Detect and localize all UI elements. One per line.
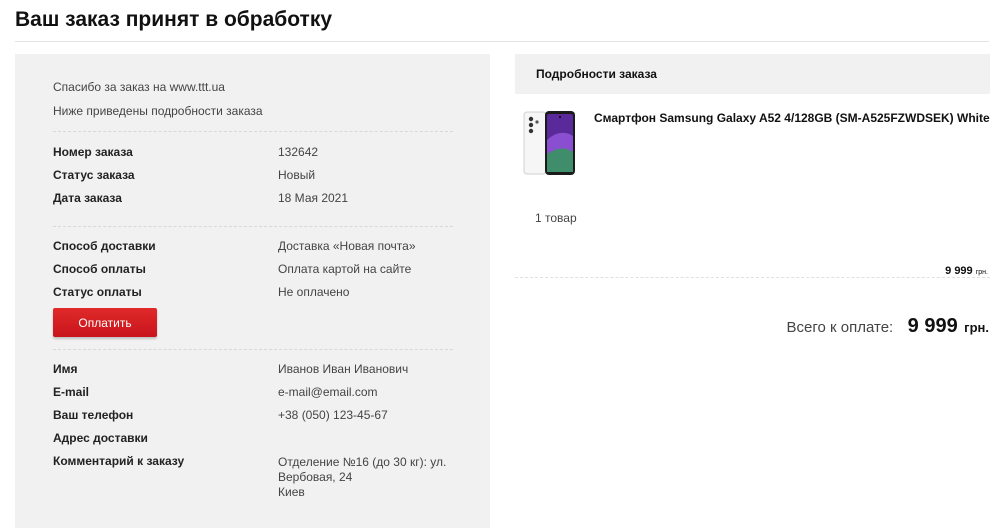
- order-number-value: 132642: [278, 145, 319, 159]
- order-details-header: Подробности заказа: [515, 54, 990, 94]
- customer-email-label: E-mail: [53, 385, 90, 399]
- divider: [53, 349, 453, 350]
- item-price-value: 9 999: [945, 265, 973, 277]
- total-to-pay: Всего к оплате: 9 999 грн.: [787, 315, 989, 338]
- delivery-method-label: Способ доставки: [53, 239, 156, 253]
- order-status-value: Новый: [278, 168, 316, 182]
- delivery-method-value: Доставка «Новая почта»: [278, 239, 416, 253]
- details-note-text: Ниже приведены подробности заказа: [53, 104, 263, 118]
- order-number-label: Номер заказа: [53, 145, 133, 159]
- smartphone-icon[interactable]: [522, 110, 576, 176]
- title-divider: [15, 41, 989, 42]
- payment-status-label: Статус оплаты: [53, 285, 142, 299]
- order-comment-line: Вербовая, 24: [278, 470, 353, 484]
- order-comment-line: Киев: [278, 485, 305, 499]
- order-comment-value: Отделение №16 (до 30 кг): ул. Вербовая, …: [278, 455, 448, 500]
- page-title: Ваш заказ принят в обработку: [15, 8, 333, 31]
- customer-name-value: Иванов Иван Иванович: [278, 362, 409, 376]
- payment-status-value: Не оплачено: [278, 285, 350, 299]
- order-comment-label: Комментарий к заказу: [53, 454, 185, 468]
- divider: [53, 226, 453, 227]
- total-currency: грн.: [964, 320, 989, 335]
- total-label: Всего к оплате:: [786, 319, 894, 336]
- item-price-currency: грн.: [975, 269, 988, 276]
- payment-method-value: Оплата картой на сайте: [278, 262, 412, 276]
- customer-email-value: e-mail@email.com: [278, 385, 378, 399]
- divider: [53, 131, 453, 132]
- customer-phone-label: Ваш телефон: [53, 408, 134, 422]
- order-summary-panel: Спасибо за заказ на www.ttt.ua Ниже прив…: [15, 54, 490, 528]
- item-price: 9 999 грн.: [945, 265, 988, 277]
- customer-name-label: Имя: [53, 362, 78, 376]
- order-comment-line: Отделение №16 (до 30 кг): ул.: [278, 455, 447, 469]
- order-date-value: 18 Мая 2021: [278, 191, 349, 205]
- thanks-text: Спасибо за заказ на www.ttt.ua: [53, 80, 225, 94]
- total-amount: 9 999: [907, 315, 958, 337]
- customer-phone-value: +38 (050) 123-45-67: [278, 408, 388, 422]
- item-count: 1 товар: [535, 211, 577, 225]
- divider: [515, 277, 990, 278]
- order-details-title: Подробности заказа: [536, 67, 657, 81]
- product-name-link[interactable]: Смартфон Samsung Galaxy A52 4/128GB (SM-…: [594, 111, 990, 125]
- order-date-label: Дата заказа: [53, 191, 122, 205]
- delivery-address-label: Адрес доставки: [53, 431, 148, 445]
- pay-button[interactable]: Оплатить: [53, 308, 157, 337]
- payment-method-label: Способ оплаты: [53, 262, 146, 276]
- order-status-label: Статус заказа: [53, 168, 135, 182]
